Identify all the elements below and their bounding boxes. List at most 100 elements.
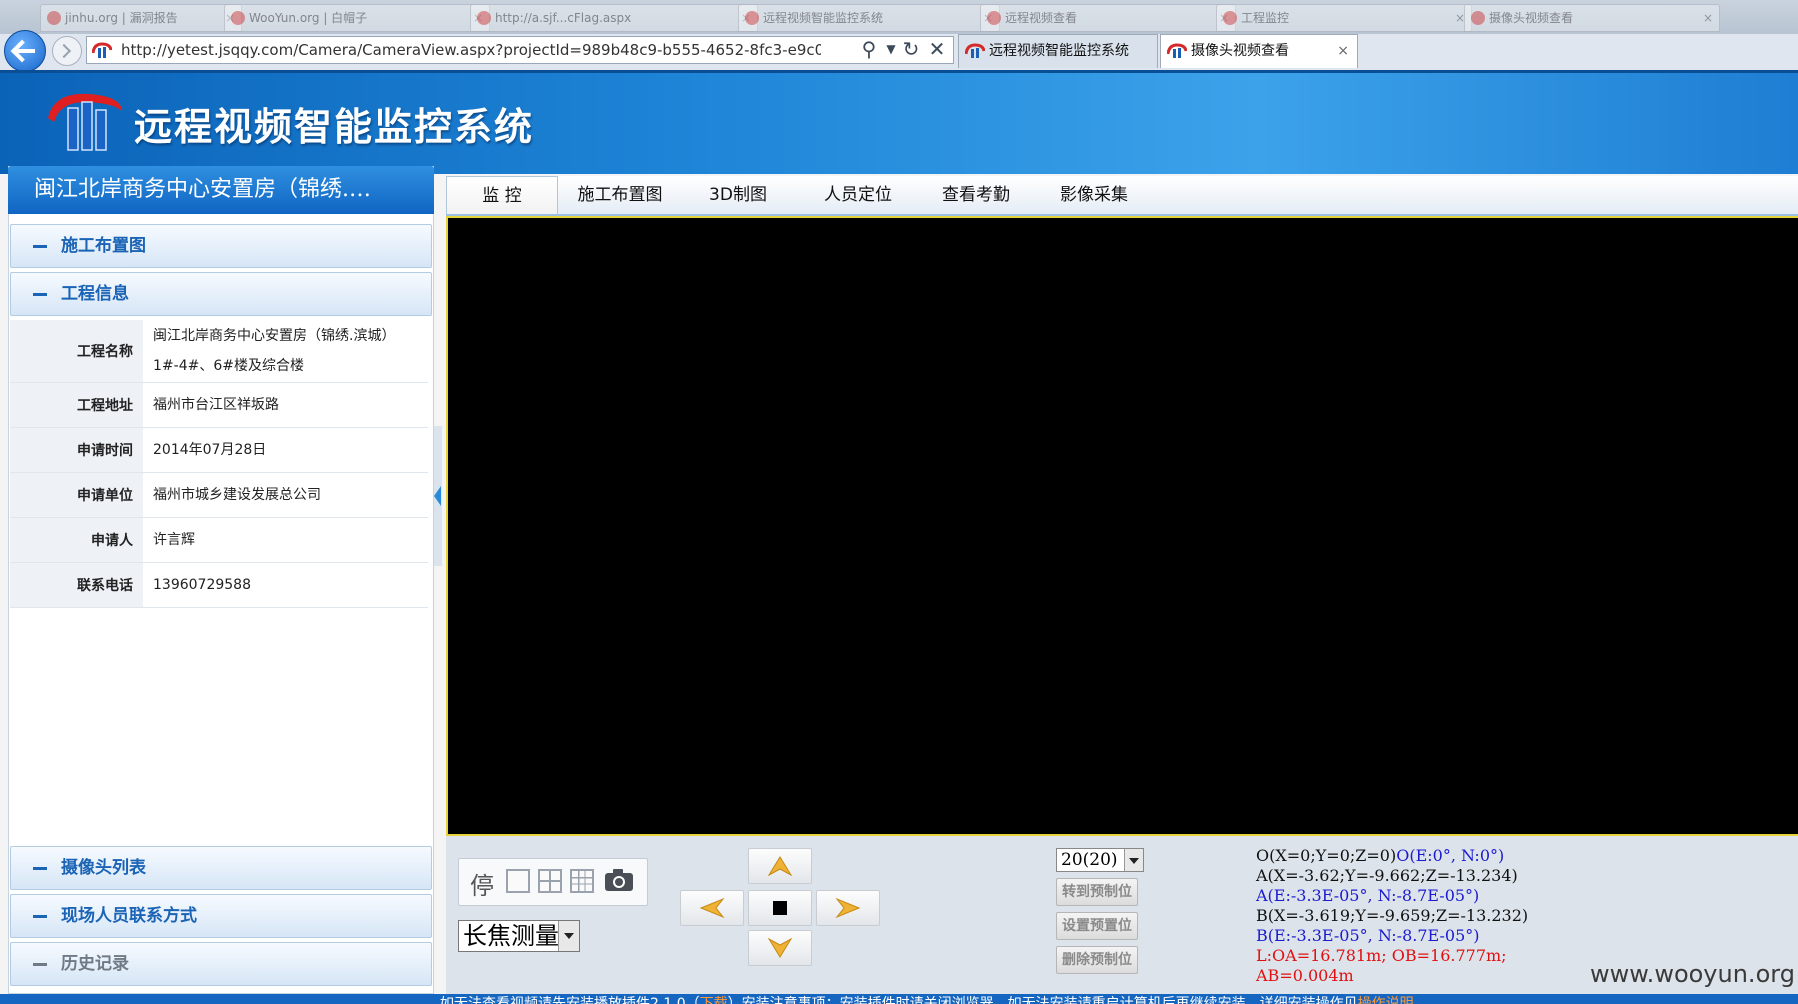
set-preset-button[interactable]: 设置预置位 [1056,912,1138,940]
arrow-down-icon [767,937,793,958]
preset-value: 20(20) [1061,850,1118,870]
tab-camera-view[interactable]: 摄像头视频查看 × [1160,34,1358,68]
collapse-icon [33,245,47,248]
table-row: 工程地址 福州市台江区祥坂路 [10,382,428,428]
info-value: 福州市城乡建设发展总公司 [143,472,428,518]
app-logo-icon [48,93,122,151]
stop-icon[interactable]: ✕ [926,37,948,61]
accordion-label: 历史记录 [61,954,129,974]
measure-mode-value: 长焦测量 [463,922,559,950]
background-tab[interactable]: 摄像头视频查看 × [1464,4,1720,32]
background-tab-label: 摄像头视频查看 [1489,11,1574,25]
watermark: www.wooyun.org [1590,960,1795,988]
info-key: 联系电话 [10,562,143,608]
accordion-project-info[interactable]: 工程信息 [10,272,432,316]
goto-preset-button[interactable]: 转到预制位 [1056,878,1138,906]
layout-1-icon[interactable] [506,869,530,893]
info-key: 申请时间 [10,427,143,473]
stop-button[interactable]: 停 [470,866,494,901]
collapse-icon [33,867,47,870]
accordion-history[interactable]: 历史记录 [10,942,432,986]
accordion-contacts[interactable]: 现场人员联系方式 [10,894,432,938]
tab-3d[interactable]: 3D制图 [688,176,788,214]
ptz-left-button[interactable] [680,890,744,926]
project-info-table: 工程名称 闽江北岸商务中心安置房（锦绣.滨城）1#-4#、6#楼及综合楼 工程地… [10,320,428,608]
stop-square-icon [773,901,787,915]
footer-text: 如无法查看视频请先安装播放插件2.1.0（ [440,996,700,1004]
close-tab-icon[interactable]: × [1337,35,1349,67]
background-tab[interactable]: http://a.sjf...cFlag.aspx × [470,4,758,32]
video-player[interactable] [446,216,1798,836]
measure-mode-select[interactable]: 长焦测量 [458,920,580,952]
background-tab[interactable]: 远程视频智能监控系统 × [738,4,1000,32]
table-row: 联系电话 13960729588 [10,562,428,608]
info-key: 工程名称 [10,320,143,383]
info-value: 许言辉 [143,517,428,563]
address-bar[interactable]: http://yetest.jsqqy.com/Camera/CameraVie… [86,36,954,64]
favicon-icon [1471,11,1485,25]
footer-text: ）安装注意事项：安装插件时请关闭浏览器，如无法安装请重启计算机后再继续安装，详细… [727,996,1358,1004]
search-icon[interactable]: ⚲ [858,37,880,61]
chevron-down-icon[interactable] [558,921,579,951]
close-tab-icon[interactable]: × [1703,5,1713,31]
tab-monitor[interactable]: 监 控 [446,176,558,214]
download-link[interactable]: 下载 [700,996,728,1004]
coord-o-line: O(X=0;Y=0;Z=0)O(E:0°, N:0°) [1256,846,1528,866]
tab-personnel-location[interactable]: 人员定位 [808,176,908,214]
tab-label: 远程视频智能监控系统 [989,43,1129,59]
favicon-icon [1223,11,1237,25]
snapshot-camera-icon[interactable] [604,868,634,892]
instructions-link[interactable]: 操作说明 [1358,996,1414,1004]
preset-select[interactable]: 20(20) [1056,848,1144,872]
ptz-stop-button[interactable] [748,890,812,926]
coord-distances: L:OA=16.781m; OB=16.777m; [1256,946,1507,965]
forward-button[interactable] [52,36,82,66]
background-tab[interactable]: 远程视频查看 × [980,4,1236,32]
accordion-layout[interactable]: 施工布置图 [10,224,432,268]
site-favicon-icon [92,42,112,58]
info-value: 13960729588 [143,562,428,608]
collapse-icon [33,293,47,296]
table-row: 申请人 许言辉 [10,517,428,563]
background-tab[interactable]: WooYun.org | 白帽子 × [224,4,490,32]
ptz-down-button[interactable] [748,930,812,966]
back-button[interactable] [4,30,46,72]
dropdown-arrow-icon[interactable]: ▼ [880,37,902,61]
accordion-label: 工程信息 [61,284,129,304]
layout-9-icon[interactable] [570,869,594,893]
tab-monitor-system[interactable]: 远程视频智能监控系统 [958,34,1158,68]
address-url[interactable]: http://yetest.jsqqy.com/Camera/CameraVie… [121,37,821,63]
refresh-icon[interactable]: ↻ [900,37,922,61]
tab-attendance[interactable]: 查看考勤 [926,176,1026,214]
background-tab[interactable]: 工程监控 × [1216,4,1472,32]
browser-tab-strip: jinhu.org | 漏洞报告 × WooYun.org | 白帽子 × http… [0,0,1798,34]
info-value: 闽江北岸商务中心安置房（锦绣.滨城）1#-4#、6#楼及综合楼 [143,320,428,383]
tab-image-capture[interactable]: 影像采集 [1044,176,1144,214]
tab-layout[interactable]: 施工布置图 [566,176,674,214]
delete-preset-button[interactable]: 删除预制位 [1056,946,1138,974]
project-title: 闽江北岸商务中心安置房（锦绣.… [8,166,434,214]
coord-o-angle: O(E:0°, N:0°) [1396,846,1505,865]
sidebar-collapse-handle[interactable] [434,426,442,566]
collapse-icon [33,915,47,918]
accordion-label: 摄像头列表 [61,858,146,878]
accordion-camera-list[interactable]: 摄像头列表 [10,846,432,890]
arrow-left-icon [699,897,725,919]
background-tab-label: 远程视频智能监控系统 [763,11,884,25]
table-row: 工程名称 闽江北岸商务中心安置房（锦绣.滨城）1#-4#、6#楼及综合楼 [10,320,428,383]
background-tab-label: 远程视频查看 [1005,11,1078,25]
arrow-right-icon [835,897,861,919]
info-value: 福州市台江区祥坂路 [143,382,428,428]
background-tab[interactable]: jinhu.org | 漏洞报告 × [40,4,242,32]
ptz-up-button[interactable] [748,848,812,884]
favicon-icon [745,11,759,25]
site-favicon-icon [965,43,985,58]
table-row: 申请单位 福州市城乡建设发展总公司 [10,472,428,518]
info-key: 工程地址 [10,382,143,428]
background-tab-label: 工程监控 [1241,11,1290,25]
layout-4-icon[interactable] [538,869,562,893]
chevron-down-icon[interactable] [1124,849,1143,871]
accordion-label: 施工布置图 [61,236,146,256]
ptz-right-button[interactable] [816,890,880,926]
coord-b-xyz: B(X=-3.619;Y=-9.659;Z=-13.232) [1256,906,1529,925]
